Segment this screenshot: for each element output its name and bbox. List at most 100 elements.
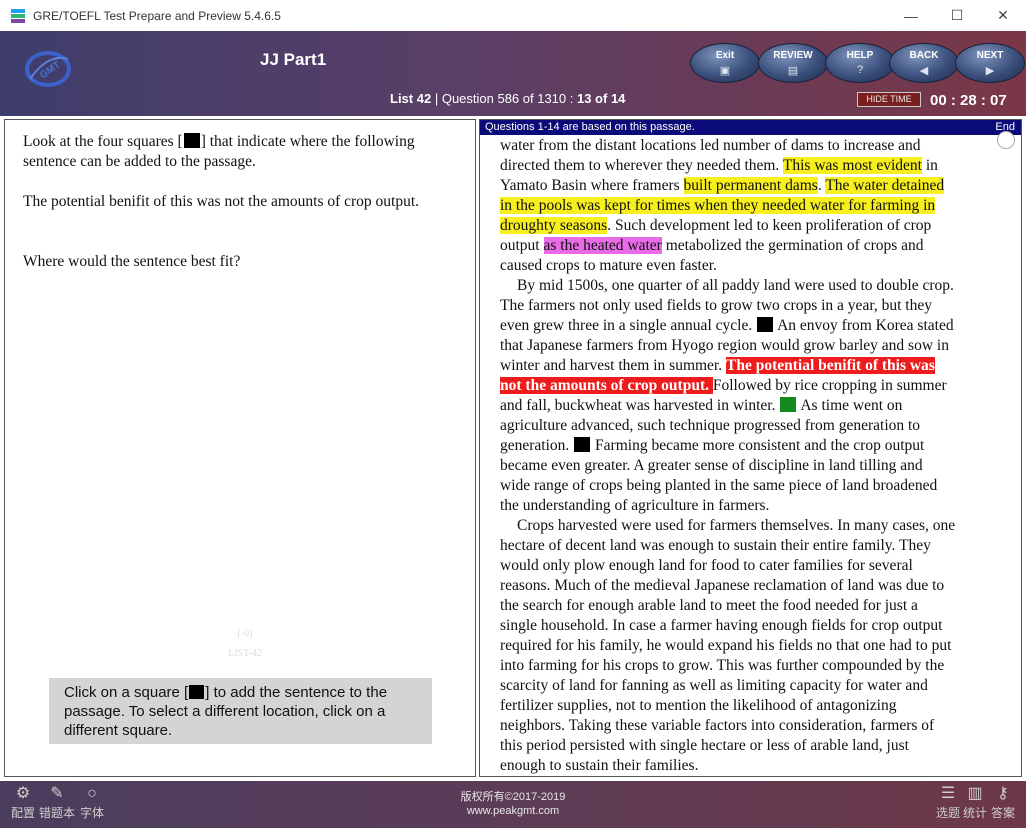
passage-line: metabolized the germination of crops and <box>661 237 924 254</box>
insert-sentence: The potential benifit of this was not th… <box>23 193 420 210</box>
passage-line: By mid 1500s, one quarter of all paddy l… <box>517 277 954 294</box>
question-panel: Look at the four squares [] that indicat… <box>4 119 476 777</box>
passage-text: water from the distant locations led num… <box>500 136 1005 776</box>
highlight-yellow: in the pools was kept for times when the… <box>500 197 936 214</box>
watermark-index: [-0] <box>237 628 253 639</box>
back-button-label: BACK <box>909 50 939 61</box>
passage-line: Yamato Basin where framers <box>500 177 684 194</box>
passage-line: Farming became more consistent and the c… <box>591 437 925 454</box>
passage-line: As time went on <box>797 397 903 414</box>
highlight-pink: as the heated water <box>543 237 662 254</box>
help-icon: ? <box>856 64 864 76</box>
passage-line: this period persisted with single hectar… <box>500 737 909 754</box>
passage-line: The farmers not only used fields to grow… <box>500 297 932 314</box>
review-button-label: REVIEW <box>773 50 813 61</box>
square-marker-icon <box>183 133 200 148</box>
passage-line: required for his family, he would expand… <box>500 637 952 654</box>
timer: 00 : 28 : 07 <box>930 92 1007 109</box>
passage-line: wide range of crops being planted in the… <box>500 477 938 494</box>
question-info: List 42 | Question 586 of 1310 : 13 of 1… <box>390 91 625 106</box>
passage-header-text: Questions 1-14 are based on this passage… <box>485 121 695 133</box>
answer-label: 答案 <box>990 806 1015 820</box>
insert-square-3-selected[interactable] <box>780 397 797 412</box>
test-header: GMT JJ Part1 Exit ▣ REVIEW ▤ HELP ? BACK… <box>0 31 1026 116</box>
passage-line: enough to sustain their families. <box>500 757 699 774</box>
highlight-yellow: droughty seasons <box>500 217 608 234</box>
review-button[interactable]: REVIEW ▤ <box>758 43 828 83</box>
instruction-box: Click on a square [] to add the sentence… <box>49 678 432 744</box>
maximize-button[interactable]: ☐ <box>934 0 980 31</box>
passage-line: Followed by rice cropping in summer <box>712 377 947 394</box>
hide-time-button[interactable]: HIDE TIME <box>857 92 921 107</box>
passage-line: the understanding of agriculture in farm… <box>500 497 770 514</box>
passage-line: in <box>921 157 938 174</box>
help-button[interactable]: HELP ? <box>825 43 895 83</box>
question-intro-text-1: Look at the four squares [ <box>23 133 183 150</box>
app-icon <box>11 8 25 23</box>
passage-header: Questions 1-14 are based on this passage… <box>480 120 1021 135</box>
passage-line: single household. In case a farmer havin… <box>500 617 943 634</box>
passage-line: became even greater. A greater sense of … <box>500 457 923 474</box>
passage-line: fertilizer supplies, not to mention the … <box>500 697 897 714</box>
passage-line: agriculture advanced, such technique pro… <box>500 417 921 434</box>
window-title-bar: GRE/TOEFL Test Prepare and Preview 5.4.6… <box>0 0 1026 31</box>
question-intro: Look at the four squares [] that indicat… <box>23 132 463 172</box>
passage-line: output <box>500 237 544 254</box>
close-button[interactable]: ✕ <box>980 0 1026 31</box>
passage-line: hectare of decent land was enough to sus… <box>500 537 931 554</box>
passage-panel[interactable]: Questions 1-14 are based on this passage… <box>479 119 1022 777</box>
question-label: Question 586 of 1310 : <box>441 91 577 106</box>
watermark-list: LIST-42 <box>228 648 262 659</box>
minimize-button[interactable]: — <box>888 0 934 31</box>
inserted-sentence: not the amounts of crop output. <box>500 377 713 394</box>
key-icon: ⚷ <box>997 785 1009 802</box>
footer-bar: ⚙ 配置 ✎ 错题本 ○ 字体 版权所有©2017-2019 www.peakg… <box>0 781 1026 828</box>
exit-button[interactable]: Exit ▣ <box>690 43 760 83</box>
exit-icon: ▣ <box>719 65 731 77</box>
next-button[interactable]: NEXT ▶ <box>955 43 1025 83</box>
passage-line: scarcity of land for fanning as well as … <box>500 677 928 694</box>
section-title: JJ Part1 <box>260 50 327 69</box>
info-separator: | <box>434 91 439 106</box>
copyright-text: 版权所有©2017-2019 <box>460 791 566 803</box>
question-prompt: Where would the sentence best fit? <box>23 253 241 270</box>
list-label: List 42 <box>390 91 432 106</box>
help-button-label: HELP <box>846 50 874 61</box>
insert-square-1[interactable] <box>757 317 774 332</box>
review-icon: ▤ <box>787 65 799 77</box>
highlight-yellow: built permanent dams <box>683 177 818 194</box>
instruction-text-1: Click on a square [ <box>64 684 189 701</box>
passage-line: into farming for his crops to grow. This… <box>500 657 945 674</box>
insert-square-4[interactable] <box>574 437 591 452</box>
passage-line: caused crops to mature even faster. <box>500 257 717 274</box>
square-marker-icon <box>189 685 205 699</box>
back-button[interactable]: BACK ◀ <box>889 43 959 83</box>
passage-line: . Such development led to keen prolifera… <box>607 217 932 234</box>
passage-line: Crops harvested were used for farmers th… <box>517 517 956 534</box>
highlight-yellow: The water detained <box>825 177 945 194</box>
passage-line: reasons. Much of the medieval Japanese r… <box>500 577 945 594</box>
passage-line: An envoy from Korea stated <box>774 317 954 334</box>
passage-line: neighbors. Taking these variable factors… <box>500 717 935 734</box>
inserted-sentence: The potential benifit of this was <box>726 357 935 374</box>
passage-line: directed them to wherever they needed th… <box>500 157 783 174</box>
next-button-label: NEXT <box>976 50 1004 61</box>
copyright: 版权所有©2017-2019 www.peakgmt.com <box>0 790 1026 818</box>
passage-line: the search for enough arable land to mee… <box>500 597 918 614</box>
passage-line: generation. <box>500 437 574 454</box>
passage-line: water from the distant locations led num… <box>500 137 921 154</box>
answer-button[interactable]: ⚷ 答案 <box>983 784 1023 821</box>
question-progress: 13 of 14 <box>576 91 626 106</box>
website-link[interactable]: www.peakgmt.com <box>0 804 1026 818</box>
window-title: GRE/TOEFL Test Prepare and Preview 5.4.6… <box>33 8 281 23</box>
exit-button-label: Exit <box>715 50 735 61</box>
gmt-logo-icon: GMT <box>25 51 71 87</box>
passage-line: even grew three in a single annual cycle… <box>500 317 757 334</box>
back-arrow-icon: ◀ <box>919 65 929 77</box>
passage-line: winter and harvest them in summer. <box>500 357 726 374</box>
passage-line: would only plow enough land for food to … <box>500 557 913 574</box>
passage-line: and fall, buckwheat was harvested in win… <box>500 397 780 414</box>
passage-line: that Japanese farmers from Hyogo region … <box>500 337 949 354</box>
next-arrow-icon: ▶ <box>985 65 995 77</box>
highlight-yellow: This was most evident <box>782 157 922 174</box>
